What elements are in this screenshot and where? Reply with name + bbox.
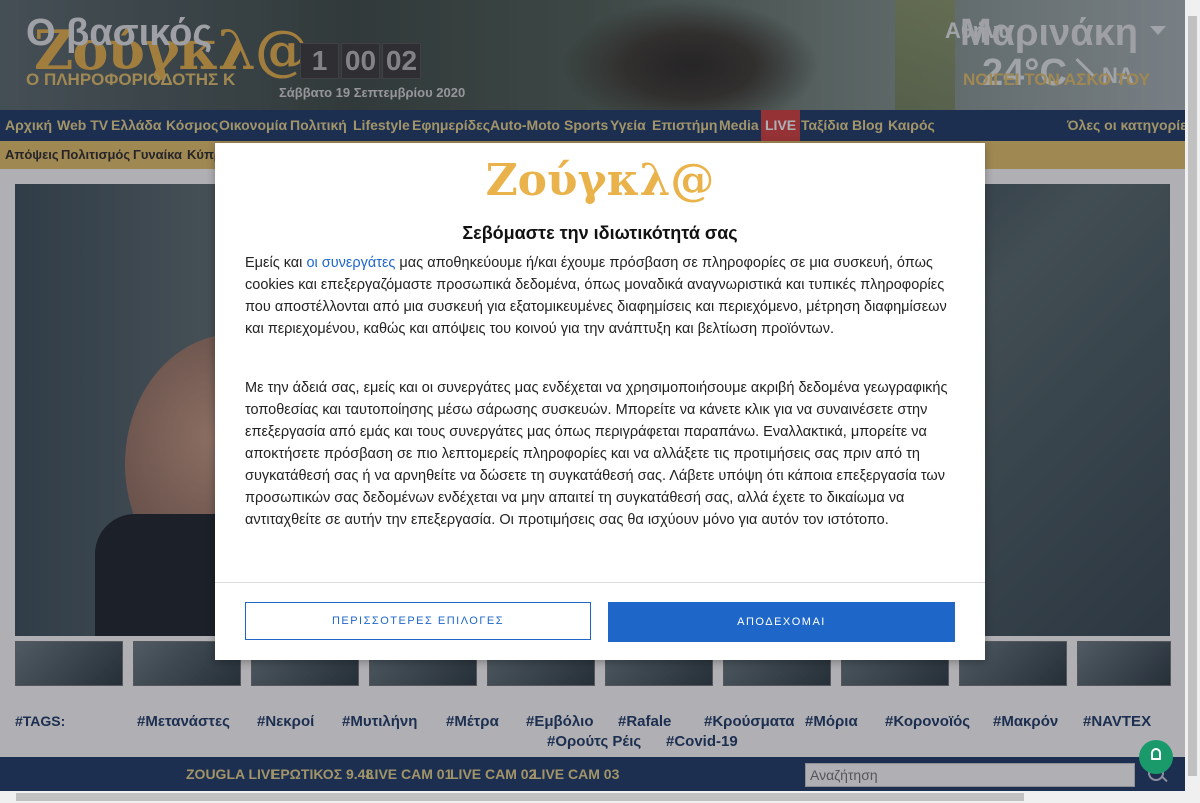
vertical-scrollbar-thumb[interactable] [1188,16,1197,776]
consent-logo: Ζούγκλ@ [485,155,715,206]
partners-link[interactable]: οι συνεργάτες [306,255,395,271]
consent-title: Σεβόμαστε την ιδιωτικότητά σας [462,223,738,243]
consent-divider [215,582,985,583]
consent-paragraph-2: Με την άδειά σας, εμείς και οι συνεργάτε… [245,380,948,528]
horizontal-scrollbar-thumb[interactable] [16,793,1024,801]
more-options-button[interactable]: ΠΕΡΙΣΣΟΤΕΡΕΣ ΕΠΙΛΟΓΕΣ [245,602,591,640]
notification-bell-icon[interactable] [1139,740,1173,774]
consent-dialog: Ζούγκλ@ Σεβόμαστε την ιδιωτικότητά σας Ε… [215,143,985,660]
consent-paragraph-1: Εμείς και οι συνεργάτες μας αποθηκεύουμε… [245,252,957,340]
accept-button[interactable]: ΑΠΟΔΕΧΟΜΑΙ [608,602,955,642]
consent-text: Εμείς και [245,255,307,271]
